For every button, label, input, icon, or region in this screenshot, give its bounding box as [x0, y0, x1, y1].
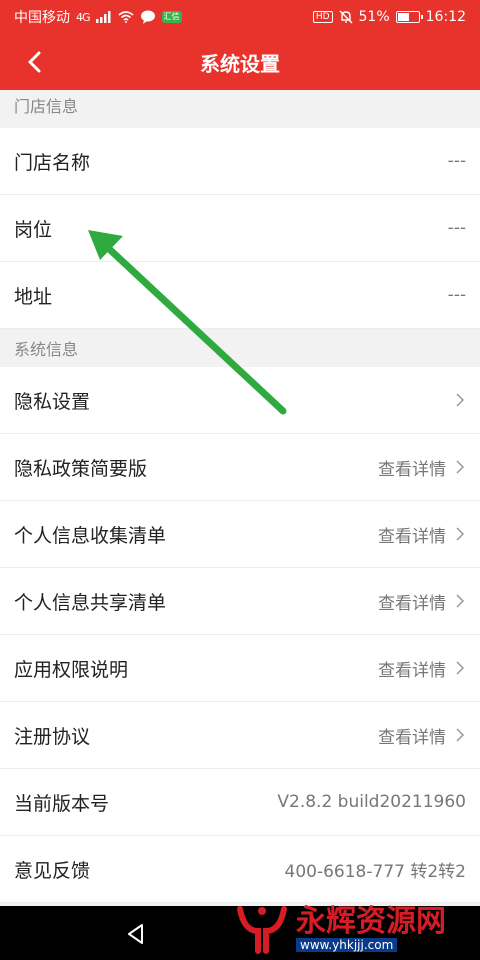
row-registration-agreement[interactable]: 注册协议 查看详情 — [0, 702, 480, 769]
row-label: 隐私设置 — [14, 390, 91, 413]
row-info-collection-list[interactable]: 个人信息收集清单 查看详情 — [0, 501, 480, 568]
row-label: 隐私政策简要版 — [14, 457, 148, 480]
hd-badge: HD — [312, 11, 333, 23]
row-label: 地址 — [14, 285, 53, 308]
row-version: 当前版本号 V2.8.2 build20211960 — [0, 769, 480, 836]
version-value: V2.8.2 build20211960 — [277, 792, 466, 812]
row-address: 地址 --- — [0, 262, 480, 329]
row-store-name: 门店名称 --- — [0, 128, 480, 195]
row-value: --- — [447, 218, 466, 238]
row-label: 当前版本号 — [14, 792, 110, 815]
row-feedback[interactable]: 意见反馈 400-6618-777 转2转2 — [0, 836, 480, 903]
nav-bar: 系统设置 — [0, 34, 480, 90]
wifi-icon — [118, 11, 134, 23]
watermark: 永辉资源网 www.yhkjjj.com — [234, 898, 446, 960]
feedback-phone[interactable]: 400-6618-777 转2转2 — [285, 857, 466, 882]
app-badge: 汇信 — [161, 11, 182, 23]
chevron-right-icon — [456, 661, 465, 675]
network-type: 4G — [76, 10, 90, 24]
row-value: 查看详情 — [378, 593, 446, 614]
battery-fill — [397, 13, 409, 21]
chevron-right-icon — [456, 393, 465, 407]
signal-icon — [95, 11, 111, 23]
message-icon — [140, 10, 155, 24]
status-left: 中国移动 4G 汇信 — [14, 7, 313, 27]
carrier-text: 中国移动 — [14, 10, 70, 26]
row-label: 个人信息收集清单 — [14, 524, 167, 547]
clock: 16:12 — [425, 9, 466, 25]
status-bar: 中国移动 4G 汇信 HD 51% 16:12 — [0, 0, 480, 34]
row-value: 查看详情 — [378, 727, 446, 748]
mute-bell-icon — [339, 10, 353, 24]
row-label: 意见反馈 — [14, 859, 91, 882]
row-privacy-policy-brief[interactable]: 隐私政策简要版 查看详情 — [0, 434, 480, 501]
row-value: --- — [447, 285, 466, 305]
chevron-right-icon — [456, 527, 465, 541]
row-label: 岗位 — [14, 218, 53, 241]
row-info-sharing-list[interactable]: 个人信息共享清单 查看详情 — [0, 568, 480, 635]
watermark-url: www.yhkjjj.com — [296, 938, 398, 952]
row-value: 查看详情 — [378, 459, 446, 480]
row-value: 查看详情 — [378, 526, 446, 547]
section-header-system: 系统信息 — [0, 329, 480, 367]
triangle-back-icon[interactable] — [124, 922, 148, 946]
watermark-title: 永辉资源网 — [296, 904, 446, 939]
chevron-right-icon — [456, 460, 465, 474]
battery-icon — [395, 11, 423, 23]
watermark-text: 永辉资源网 www.yhkjjj.com — [296, 906, 446, 952]
status-right: HD 51% 16:12 — [312, 9, 466, 25]
row-label: 个人信息共享清单 — [14, 591, 167, 614]
row-app-permissions[interactable]: 应用权限说明 查看详情 — [0, 635, 480, 702]
battery-percent: 51% — [358, 9, 390, 25]
watermark-logo — [237, 906, 287, 954]
row-label: 注册协议 — [14, 725, 91, 748]
row-value: --- — [447, 151, 466, 171]
section-header-store: 门店信息 — [0, 90, 480, 128]
page-title: 系统设置 — [200, 51, 280, 76]
row-privacy-settings[interactable]: 隐私设置 — [0, 367, 480, 434]
chevron-left-icon[interactable] — [18, 46, 50, 78]
row-value: 查看详情 — [378, 660, 446, 681]
row-position: 岗位 --- — [0, 195, 480, 262]
chevron-right-icon — [456, 594, 465, 608]
settings-list[interactable]: 门店信息 门店名称 --- 岗位 --- 地址 --- 系统信息 隐私设置 隐私… — [0, 90, 480, 906]
chevron-right-icon — [456, 728, 465, 742]
row-label: 门店名称 — [14, 151, 91, 174]
row-label: 应用权限说明 — [14, 658, 129, 681]
